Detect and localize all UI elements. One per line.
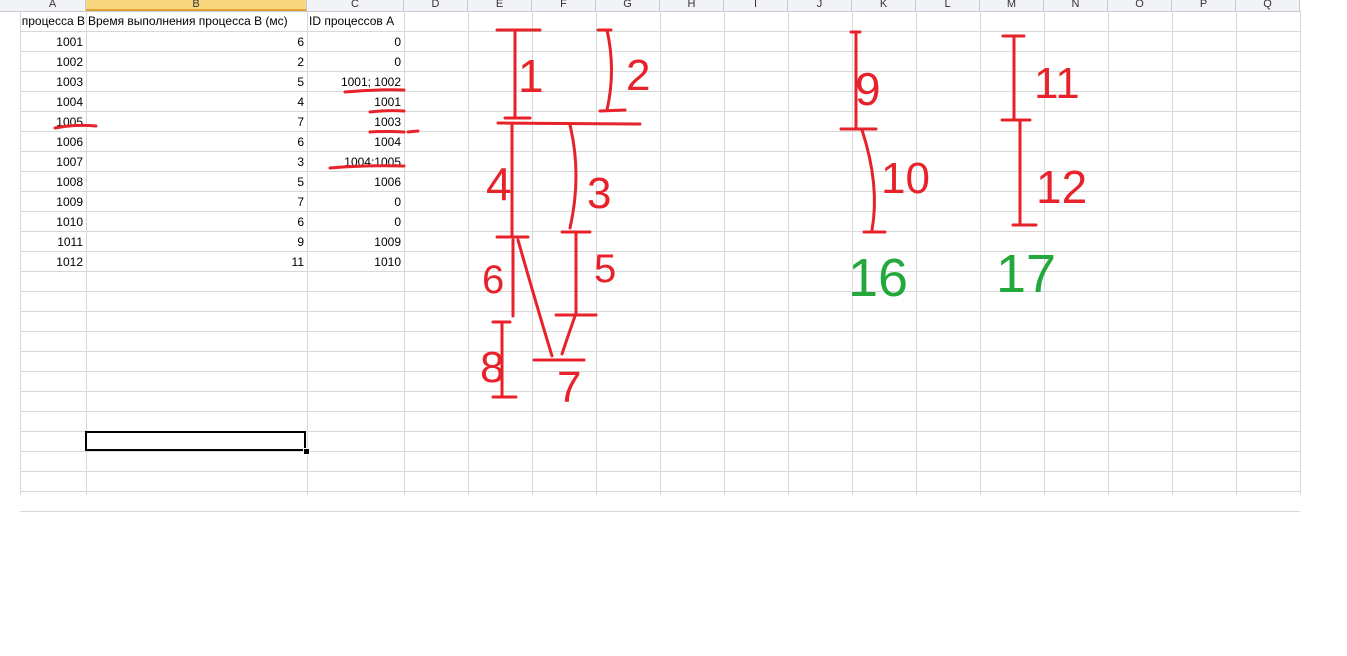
underline-1003 [368,130,406,134]
arc-5-to-7 [560,314,577,356]
label-5: 5 [594,247,616,291]
total-16: 16 [848,248,908,308]
label-7: 7 [557,363,581,412]
node-bar-1 [496,121,642,126]
handwritten-annotations: 1 23456789101112 16 17 [53,28,1087,412]
label-4: 4 [486,158,512,210]
underline-1003-tail [406,129,420,134]
label-11: 11 [1034,59,1080,108]
underline-1005 [53,123,98,130]
total-17: 17 [996,244,1056,304]
underline-1004-1005 [328,164,406,170]
underline-1001 [368,109,406,114]
arc-2-line [605,28,613,112]
arc-11-line [860,128,876,232]
arc-3-line [568,123,578,230]
label-2: 2 [626,51,650,100]
label-12: 12 [1036,161,1087,213]
label-1: 1 [518,50,544,102]
red-ink-layer [53,28,1038,399]
label-3: 3 [587,169,611,218]
label-9: 9 [855,63,881,115]
label-8: 8 [480,343,504,392]
arc-7-diag [516,238,554,358]
arc-2-bottom [598,108,627,113]
label-10: 10 [881,154,930,203]
underline-1003-1002 [343,88,406,94]
label-6: 6 [482,258,504,302]
green-totals: 16 17 [848,244,1056,308]
